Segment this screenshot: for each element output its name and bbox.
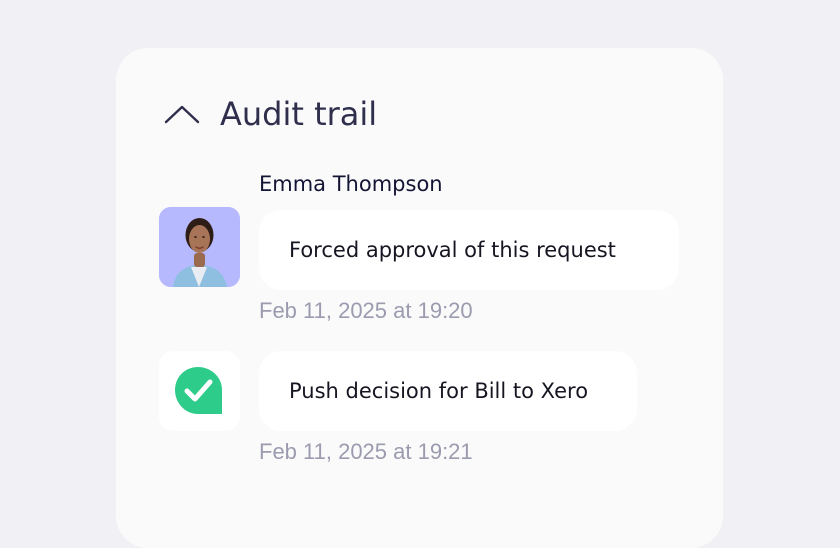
person-photo-icon	[159, 207, 240, 287]
chevron-up-icon[interactable]	[164, 103, 200, 125]
section-title: Audit trail	[220, 95, 378, 133]
audit-message-text: Forced approval of this request	[289, 238, 616, 262]
entry-author-name: Emma Thompson	[259, 172, 443, 196]
audit-message-text: Push decision for Bill to Xero	[289, 379, 589, 403]
audit-trail-header[interactable]: Audit trail	[164, 92, 377, 136]
entry-timestamp: Feb 11, 2025 at 19:21	[259, 439, 473, 464]
check-badge-icon	[175, 367, 222, 414]
entry-timestamp: Feb 11, 2025 at 19:20	[259, 298, 473, 323]
system-event-icon-tile	[159, 351, 240, 431]
avatar	[159, 207, 240, 287]
audit-message-bubble: Forced approval of this request	[259, 210, 679, 290]
audit-message-bubble: Push decision for Bill to Xero	[259, 351, 637, 431]
